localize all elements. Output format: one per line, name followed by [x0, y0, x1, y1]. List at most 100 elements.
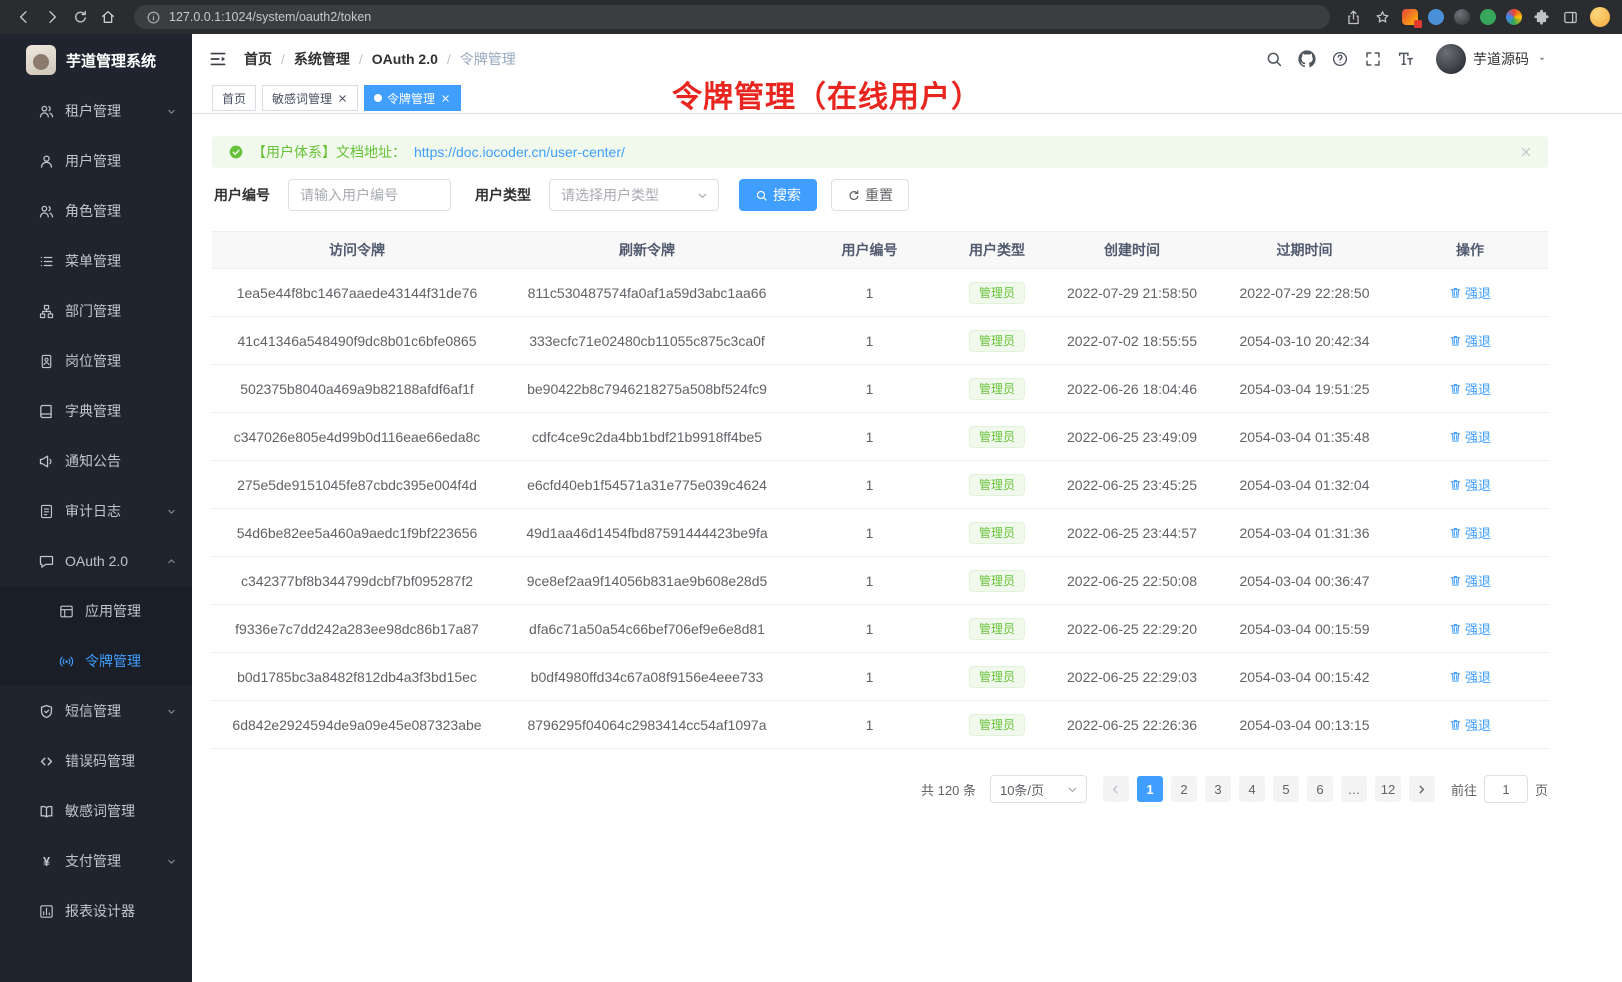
force-logout-button[interactable]: 强退	[1449, 283, 1491, 302]
refresh-token-cell: e6cfd40eb1f54571a31e775e039c4624	[502, 461, 792, 509]
extension-icon-2[interactable]	[1428, 9, 1444, 25]
tab-sensitive-words[interactable]: 敏感词管理	[262, 85, 358, 111]
force-logout-button[interactable]: 强退	[1449, 619, 1491, 638]
extension-icon-5[interactable]	[1506, 9, 1522, 25]
alert-close-icon[interactable]	[1520, 146, 1532, 158]
sidebar-item-notice[interactable]: 通知公告	[0, 436, 192, 486]
tab-close-icon[interactable]	[337, 93, 348, 104]
font-size-icon[interactable]	[1397, 50, 1415, 68]
browser-profile-avatar[interactable]	[1590, 7, 1610, 27]
search-icon[interactable]	[1265, 50, 1283, 68]
search-button[interactable]: 搜索	[739, 179, 817, 211]
pagination-page-3[interactable]: 3	[1205, 776, 1231, 802]
table-row: f9336e7c7dd242a283ee98dc86b17a87dfa6c71a…	[212, 605, 1548, 653]
sidebar-item-post[interactable]: 岗位管理	[0, 336, 192, 386]
sidebar-item-dict[interactable]: 字典管理	[0, 386, 192, 436]
user-type-label: 用户类型	[475, 185, 531, 205]
force-logout-button[interactable]: 强退	[1449, 571, 1491, 590]
force-logout-button[interactable]: 强退	[1449, 331, 1491, 350]
browser-back-icon[interactable]	[12, 5, 36, 29]
expire-time-cell: 2054-03-04 00:36:47	[1217, 557, 1392, 605]
fullscreen-icon[interactable]	[1364, 50, 1382, 68]
goto-page-input[interactable]	[1484, 775, 1528, 803]
sidebar-item-label: 审计日志	[65, 501, 121, 521]
sidebar-item-sms[interactable]: 短信管理	[0, 686, 192, 736]
user-id-cell: 1	[792, 605, 947, 653]
force-logout-button[interactable]: 强退	[1449, 427, 1491, 446]
extensions-puzzle-icon[interactable]	[1532, 8, 1551, 27]
site-info-icon[interactable]	[146, 10, 161, 25]
sidebar-item-label: 应用管理	[85, 601, 141, 621]
share-icon[interactable]	[1344, 8, 1363, 27]
pagination-page-4[interactable]: 4	[1239, 776, 1265, 802]
sidebar-item-role[interactable]: 角色管理	[0, 186, 192, 236]
browser-address-bar[interactable]: 127.0.0.1:1024/system/oauth2/token	[134, 5, 1330, 29]
action-cell: 强退	[1392, 557, 1548, 605]
sidebar-item-report[interactable]: 报表设计器	[0, 886, 192, 936]
bookmark-star-icon[interactable]	[1373, 8, 1392, 27]
help-icon[interactable]	[1331, 50, 1349, 68]
user-type-badge: 管理员	[969, 666, 1025, 688]
app-icon	[58, 603, 75, 620]
user-id-cell: 1	[792, 413, 947, 461]
tab-close-icon[interactable]	[440, 93, 451, 104]
expire-time-cell: 2054-03-04 01:31:36	[1217, 509, 1392, 557]
pagination-next-button[interactable]	[1409, 776, 1435, 802]
extension-icon-4[interactable]	[1480, 9, 1496, 25]
force-logout-button[interactable]: 强退	[1449, 523, 1491, 542]
user-name: 芋道源码	[1473, 49, 1529, 69]
force-logout-button[interactable]: 强退	[1449, 475, 1491, 494]
user-id-cell: 1	[792, 653, 947, 701]
breadcrumb-item[interactable]: 系统管理	[294, 49, 350, 69]
sidebar-item-token[interactable]: 令牌管理	[0, 636, 192, 686]
browser-forward-icon[interactable]	[40, 5, 64, 29]
sidebar-item-tenant[interactable]: 租户管理	[0, 86, 192, 136]
force-logout-button[interactable]: 强退	[1449, 667, 1491, 686]
sidebar-item-oauth[interactable]: OAuth 2.0	[0, 536, 192, 586]
sidebar-item-dept[interactable]: 部门管理	[0, 286, 192, 336]
sidebar-item-errcode[interactable]: 错误码管理	[0, 736, 192, 786]
pagination-total: 共 120 条	[921, 780, 976, 799]
sidebar-item-pay[interactable]: ¥支付管理	[0, 836, 192, 886]
sidebar-item-sensitive[interactable]: 敏感词管理	[0, 786, 192, 836]
user-type-cell: 管理员	[947, 269, 1047, 317]
pagination-page-1[interactable]: 1	[1137, 776, 1163, 802]
sidebar-item-app[interactable]: 应用管理	[0, 586, 192, 636]
pagination-page-12[interactable]: 12	[1375, 776, 1401, 802]
user-type-cell: 管理员	[947, 605, 1047, 653]
user-id-input[interactable]	[288, 179, 451, 211]
user-type-cell: 管理员	[947, 413, 1047, 461]
sidebar-item-log[interactable]: 审计日志	[0, 486, 192, 536]
page-size-select[interactable]: 10条/页	[990, 775, 1087, 803]
sidebar-item-user[interactable]: 用户管理	[0, 136, 192, 186]
tab-home[interactable]: 首页	[212, 85, 256, 111]
action-cell: 强退	[1392, 701, 1548, 749]
pagination-page-2[interactable]: 2	[1171, 776, 1197, 802]
user-menu[interactable]: 芋道源码	[1436, 44, 1548, 74]
force-logout-button[interactable]: 强退	[1449, 715, 1491, 734]
pagination-more-button[interactable]: …	[1341, 776, 1367, 802]
sidebar-collapse-icon[interactable]	[208, 49, 228, 69]
breadcrumb-item[interactable]: OAuth 2.0	[372, 51, 438, 67]
reset-button[interactable]: 重置	[831, 179, 909, 211]
sidebar-item-label: 角色管理	[65, 201, 121, 221]
github-icon[interactable]	[1298, 50, 1316, 68]
sidebar-item-menu[interactable]: 菜单管理	[0, 236, 192, 286]
trash-icon	[1449, 574, 1462, 587]
browser-home-icon[interactable]	[96, 5, 120, 29]
pagination-page-6[interactable]: 6	[1307, 776, 1333, 802]
browser-reload-icon[interactable]	[68, 5, 92, 29]
breadcrumb-item[interactable]: 首页	[244, 49, 272, 69]
extension-icon-1[interactable]	[1402, 9, 1418, 25]
doc-link[interactable]: https://doc.iocoder.cn/user-center/	[414, 144, 625, 160]
pagination-page-5[interactable]: 5	[1273, 776, 1299, 802]
side-panel-icon[interactable]	[1561, 8, 1580, 27]
refresh-icon	[847, 189, 860, 202]
user-type-cell: 管理员	[947, 509, 1047, 557]
pagination-prev-button[interactable]	[1103, 776, 1129, 802]
app-logo-block: 芋道管理系统	[0, 34, 192, 86]
tab-token-management[interactable]: 令牌管理	[364, 85, 461, 111]
force-logout-button[interactable]: 强退	[1449, 379, 1491, 398]
user-type-select[interactable]: 请选择用户类型	[549, 179, 719, 211]
extension-icon-3[interactable]	[1454, 9, 1470, 25]
